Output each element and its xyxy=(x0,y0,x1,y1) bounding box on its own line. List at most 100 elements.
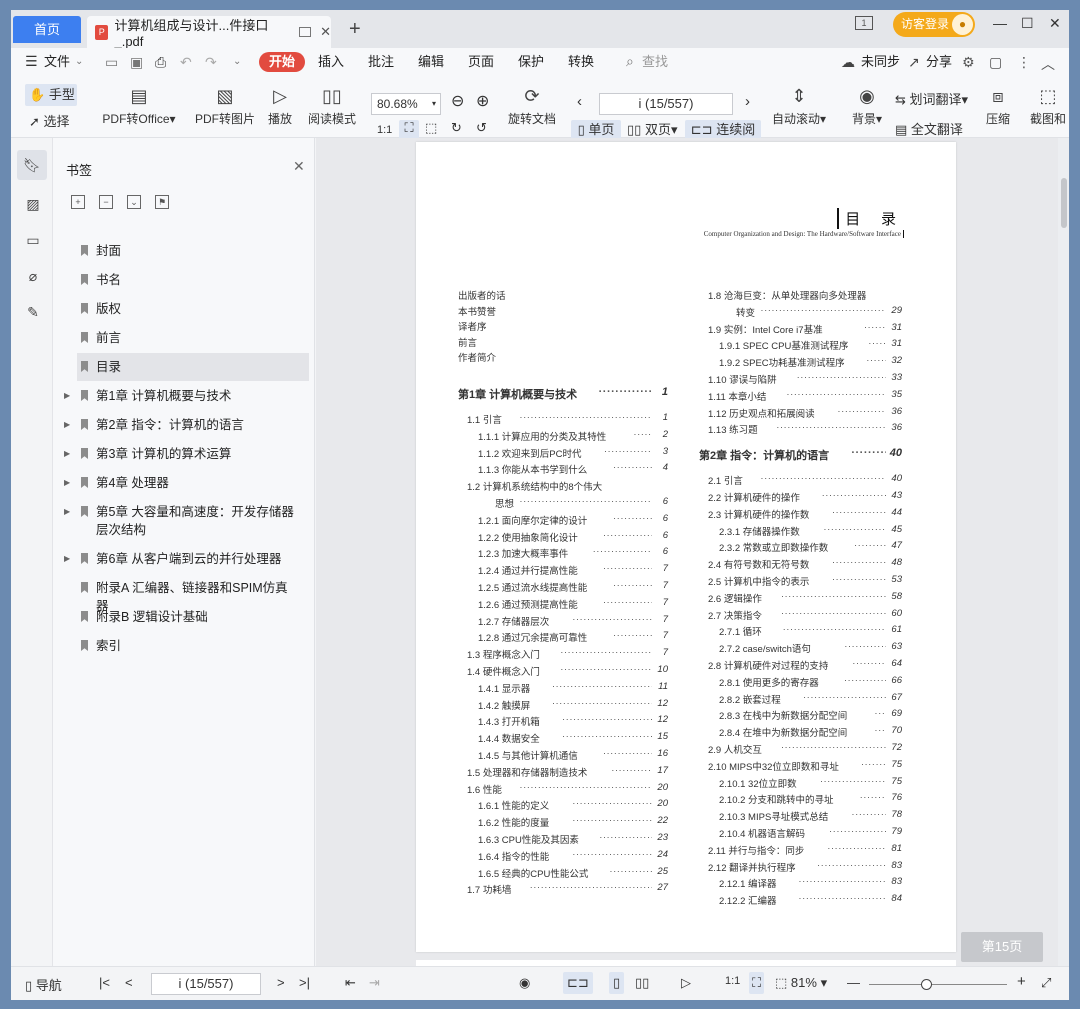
continuous-status-icon[interactable]: ⊏⊐ xyxy=(563,972,593,994)
nav-toggle-button[interactable]: ▯ 导航 xyxy=(25,975,62,994)
zoom-select[interactable]: 80.68% ▾ xyxy=(371,93,441,115)
more-icon[interactable]: ⋮ xyxy=(1017,54,1031,71)
bookmark-item[interactable]: ▶ 第1章 计算机概要与技术 xyxy=(64,382,309,410)
zoom-slider-knob[interactable] xyxy=(921,979,932,990)
next-page-status-icon[interactable]: > xyxy=(277,975,285,990)
bookmark-item[interactable]: 附录B 逻辑设计基础 xyxy=(77,603,309,631)
page-number-input[interactable]: i (15/557) xyxy=(599,93,733,115)
bookmark-flag-icon[interactable]: ⚑ xyxy=(155,195,169,209)
expand-arrow-icon[interactable]: ▶ xyxy=(64,445,70,463)
single-page-button[interactable]: ▯ 单页 xyxy=(571,120,621,140)
share-button[interactable]: 分享 xyxy=(926,52,952,72)
word-translate-button[interactable]: ⇆ 划词翻译▾ xyxy=(895,92,968,108)
menu-insert[interactable]: 插入 xyxy=(318,52,344,72)
actual-size-icon[interactable]: 1:1 xyxy=(377,122,392,138)
maximize-icon[interactable]: ☐ xyxy=(1021,15,1034,32)
prev-page-icon[interactable]: ‹ xyxy=(577,94,582,110)
screenshot-button[interactable]: ⬚ 截图和 xyxy=(1029,84,1067,127)
play-status-icon[interactable]: ▷ xyxy=(681,975,691,991)
full-translate-button[interactable]: ▤ 全文翻译 xyxy=(895,122,963,138)
read-mode-button[interactable]: ▯▯ 阅读模式 xyxy=(305,84,359,127)
window-list-icon[interactable]: 1 xyxy=(855,16,873,30)
rotate-doc-button[interactable]: ⟳ 旋转文档 xyxy=(505,84,559,127)
double-page-button[interactable]: ▯▯ 双页▾ xyxy=(627,122,677,138)
zoom-in-icon[interactable]: ⊕ xyxy=(476,94,489,110)
redo-icon[interactable]: ↷ xyxy=(205,54,217,71)
open-folder-icon[interactable]: ▭ xyxy=(105,54,118,71)
comment-panel-icon[interactable]: ▭ xyxy=(24,232,42,250)
chevron-down-icon[interactable]: ⌄ xyxy=(75,56,83,67)
visitor-login-button[interactable]: 访客登录 ● xyxy=(893,12,975,37)
vertical-scrollbar[interactable] xyxy=(1058,138,1069,966)
comment-icon[interactable]: ▢ xyxy=(989,54,1002,71)
document-viewer[interactable]: 目 录 Computer Organization and Design: Th… xyxy=(316,138,1069,980)
bookmark-item[interactable]: ▶ 第6章 从客户端到云的并行处理器 xyxy=(64,545,309,573)
hamburger-icon[interactable]: ☰ xyxy=(25,53,38,70)
expand-arrow-icon[interactable]: ▶ xyxy=(64,503,70,521)
compress-button[interactable]: ⧈ 压缩 xyxy=(983,84,1013,127)
menu-start[interactable]: 开始 xyxy=(259,52,306,72)
bookmark-item[interactable]: ▶ 第2章 指令：计算机的语言 xyxy=(64,411,309,439)
tab-document[interactable]: P 计算机组成与设计...件接口_.pdf ✕ xyxy=(87,16,331,49)
last-page-icon[interactable]: >| xyxy=(299,975,310,990)
menu-convert[interactable]: 转换 xyxy=(568,52,594,72)
fit-page-status-icon[interactable]: ⛶ xyxy=(749,972,765,994)
expand-arrow-icon[interactable]: ▶ xyxy=(64,474,70,492)
select-tool-button[interactable]: ➚ 选择 xyxy=(29,114,81,130)
expand-arrow-icon[interactable]: ▶ xyxy=(64,416,70,434)
bookmark-item[interactable]: 版权 xyxy=(77,295,309,323)
menu-page[interactable]: 页面 xyxy=(468,52,494,72)
zoom-in-status-icon[interactable]: + xyxy=(1017,973,1026,990)
search-input[interactable]: 查找 xyxy=(642,52,668,72)
close-tab-icon[interactable]: ✕ xyxy=(320,24,331,40)
bookmark-panel-icon[interactable]: 🔖︎ xyxy=(17,150,47,180)
collapse-ribbon-icon[interactable]: ︿ xyxy=(1041,54,1055,74)
unsynced-button[interactable]: 未同步 xyxy=(861,52,900,72)
scrollbar-thumb[interactable] xyxy=(1061,178,1067,228)
print-icon[interactable]: ⎙ xyxy=(155,54,166,71)
double-page-status-icon[interactable]: ▯▯ xyxy=(635,975,649,991)
menu-annotate[interactable]: 批注 xyxy=(368,52,394,72)
menu-file[interactable]: 文件 xyxy=(44,52,70,72)
expand-arrow-icon[interactable]: ▶ xyxy=(64,550,70,568)
menu-protect[interactable]: 保护 xyxy=(518,52,544,72)
zoom-slider[interactable] xyxy=(869,979,1007,990)
expand-arrow-icon[interactable]: ▶ xyxy=(64,387,70,405)
bookmark-item[interactable]: 索引 xyxy=(77,632,309,660)
add-bookmark-icon[interactable]: + xyxy=(71,195,85,209)
pdf-to-image-button[interactable]: ▧ PDF转图片 xyxy=(193,84,257,127)
more-chevron-icon[interactable]: ⌄ xyxy=(233,56,241,67)
bookmark-item[interactable]: 书名 xyxy=(77,266,309,294)
undo-icon[interactable]: ↶ xyxy=(180,54,192,71)
fullscreen-icon[interactable]: ⤢ xyxy=(1041,975,1051,991)
zoom-status-select[interactable]: ⬚ 81% ▾ xyxy=(775,975,827,991)
zoom-out-icon[interactable]: ⊖ xyxy=(451,94,464,110)
back-view-icon[interactable]: ⇤ xyxy=(345,975,356,991)
prev-page-status-icon[interactable]: < xyxy=(125,975,133,990)
bookmark-item[interactable]: 前言 xyxy=(77,324,309,352)
bookmark-item[interactable]: ▶ 第5章 大容量和高速度：开发存储器层次结构 xyxy=(64,498,309,544)
actual-size-status-icon[interactable]: 1:1 xyxy=(725,975,740,987)
next-page-icon[interactable]: › xyxy=(745,94,750,110)
continuous-read-button[interactable]: ⊏⊐ 连续阅读 xyxy=(685,120,761,157)
forward-view-icon[interactable]: ⇥ xyxy=(369,975,380,991)
hand-tool-button[interactable]: ✋ 手型 xyxy=(25,84,77,106)
attachment-panel-icon[interactable]: ⌀ xyxy=(24,268,42,286)
fit-width-icon[interactable]: ⬚ xyxy=(425,120,437,136)
save-icon[interactable]: ▣ xyxy=(130,54,143,71)
zoom-out-status-icon[interactable]: — xyxy=(847,975,860,990)
background-button[interactable]: ◉ 背景▾ xyxy=(847,84,887,127)
minimize-icon[interactable]: — xyxy=(993,15,1007,31)
close-sidebar-icon[interactable]: ✕ xyxy=(293,158,305,175)
thumbnail-panel-icon[interactable]: ▨ xyxy=(24,196,42,214)
settings-icon[interactable]: ⚙ xyxy=(962,54,975,71)
single-page-status-icon[interactable]: ▯ xyxy=(609,972,625,994)
play-button[interactable]: ▷ 播放 xyxy=(263,84,297,127)
rotate-right-icon[interactable]: ↻ xyxy=(451,120,462,136)
bookmark-item[interactable]: 目录 xyxy=(77,353,309,381)
delete-bookmark-icon[interactable]: − xyxy=(99,195,113,209)
status-page-input[interactable]: i (15/557) xyxy=(151,973,261,995)
tab-home[interactable]: 首页 xyxy=(13,16,81,43)
menu-edit[interactable]: 编辑 xyxy=(418,52,444,72)
first-page-icon[interactable]: |< xyxy=(99,975,110,990)
